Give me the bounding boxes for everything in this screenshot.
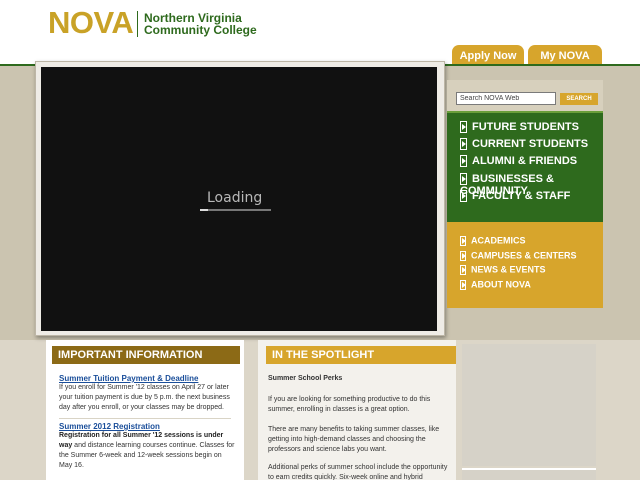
nav-item-about-nova[interactable]: ABOUT NOVA: [460, 279, 531, 293]
nav-item-current-students[interactable]: CURRENT STUDENTS: [460, 138, 588, 152]
spotlight-paragraph: There are many benefits to taking summer…: [268, 426, 440, 453]
nav-item-businesses-community[interactable]: BUSINESSES & COMMUNITY: [460, 173, 603, 197]
my-nova-tab[interactable]: My NOVA: [528, 45, 602, 66]
primary-nav: FUTURE STUDENTS CURRENT STUDENTS ALUMNI …: [447, 111, 603, 222]
spotlight-title: Summer School Perks: [268, 375, 343, 382]
arrow-right-icon: [460, 264, 466, 275]
info-item-link[interactable]: Summer Tuition Payment & Deadline: [59, 374, 235, 383]
nav-item-alumni-friends[interactable]: ALUMNI & FRIENDS: [460, 155, 577, 169]
loading-progress-bar: [200, 209, 271, 211]
info-item-text: Registration for all Summer '12 sessions…: [59, 431, 235, 471]
nav-item-campuses-centers[interactable]: CAMPUSES & CENTERS: [460, 250, 577, 264]
arrow-right-icon: [460, 235, 466, 246]
loading-progress-fill: [200, 209, 208, 211]
nav-item-future-students[interactable]: FUTURE STUDENTS: [460, 121, 579, 135]
apply-now-tab[interactable]: Apply Now: [452, 45, 524, 66]
loading-label: Loading: [207, 190, 263, 206]
spotlight-paragraph: If you are looking for something product…: [268, 396, 431, 413]
info-item-rest-text: and distance learning courses continue. …: [59, 442, 235, 469]
right-column-panel-bottom: [462, 468, 596, 480]
logo-divider: [137, 11, 138, 37]
arrow-right-icon: [460, 279, 466, 290]
info-divider: [59, 418, 231, 419]
nav-item-academics[interactable]: ACADEMICS: [460, 235, 526, 249]
spotlight-heading: IN THE SPOTLIGHT: [266, 346, 456, 364]
site-header: NOVA Northern Virginia Community College…: [0, 0, 640, 66]
info-item-link[interactable]: Summer 2012 Registration: [59, 422, 235, 431]
arrow-right-icon: [460, 121, 467, 134]
nav-item-news-events[interactable]: NEWS & EVENTS: [460, 264, 546, 278]
info-item-text: If you enroll for Summer '12 classes on …: [59, 384, 230, 411]
right-column-panel: [462, 344, 596, 466]
nova-logo[interactable]: NOVA: [48, 6, 134, 40]
info-item: Summer 2012 Registration Registration fo…: [59, 422, 235, 471]
arrow-right-icon: [460, 173, 467, 186]
info-item: Summer Tuition Payment & Deadline If you…: [59, 374, 235, 413]
search-input[interactable]: [456, 92, 556, 105]
arrow-right-icon: [460, 190, 467, 203]
search-button[interactable]: SEARCH: [560, 93, 598, 105]
arrow-right-icon: [460, 155, 467, 168]
important-info-heading: IMPORTANT INFORMATION: [52, 346, 240, 364]
arrow-right-icon: [460, 250, 466, 261]
secondary-nav: ACADEMICS CAMPUSES & CENTERS NEWS & EVEN…: [447, 222, 603, 308]
logo-college-name-line2: Community College: [144, 23, 257, 37]
nav-item-faculty-staff[interactable]: FACULTY & STAFF: [460, 190, 570, 204]
spotlight-paragraph: Additional perks of summer school includ…: [268, 464, 448, 480]
arrow-right-icon: [460, 138, 467, 151]
